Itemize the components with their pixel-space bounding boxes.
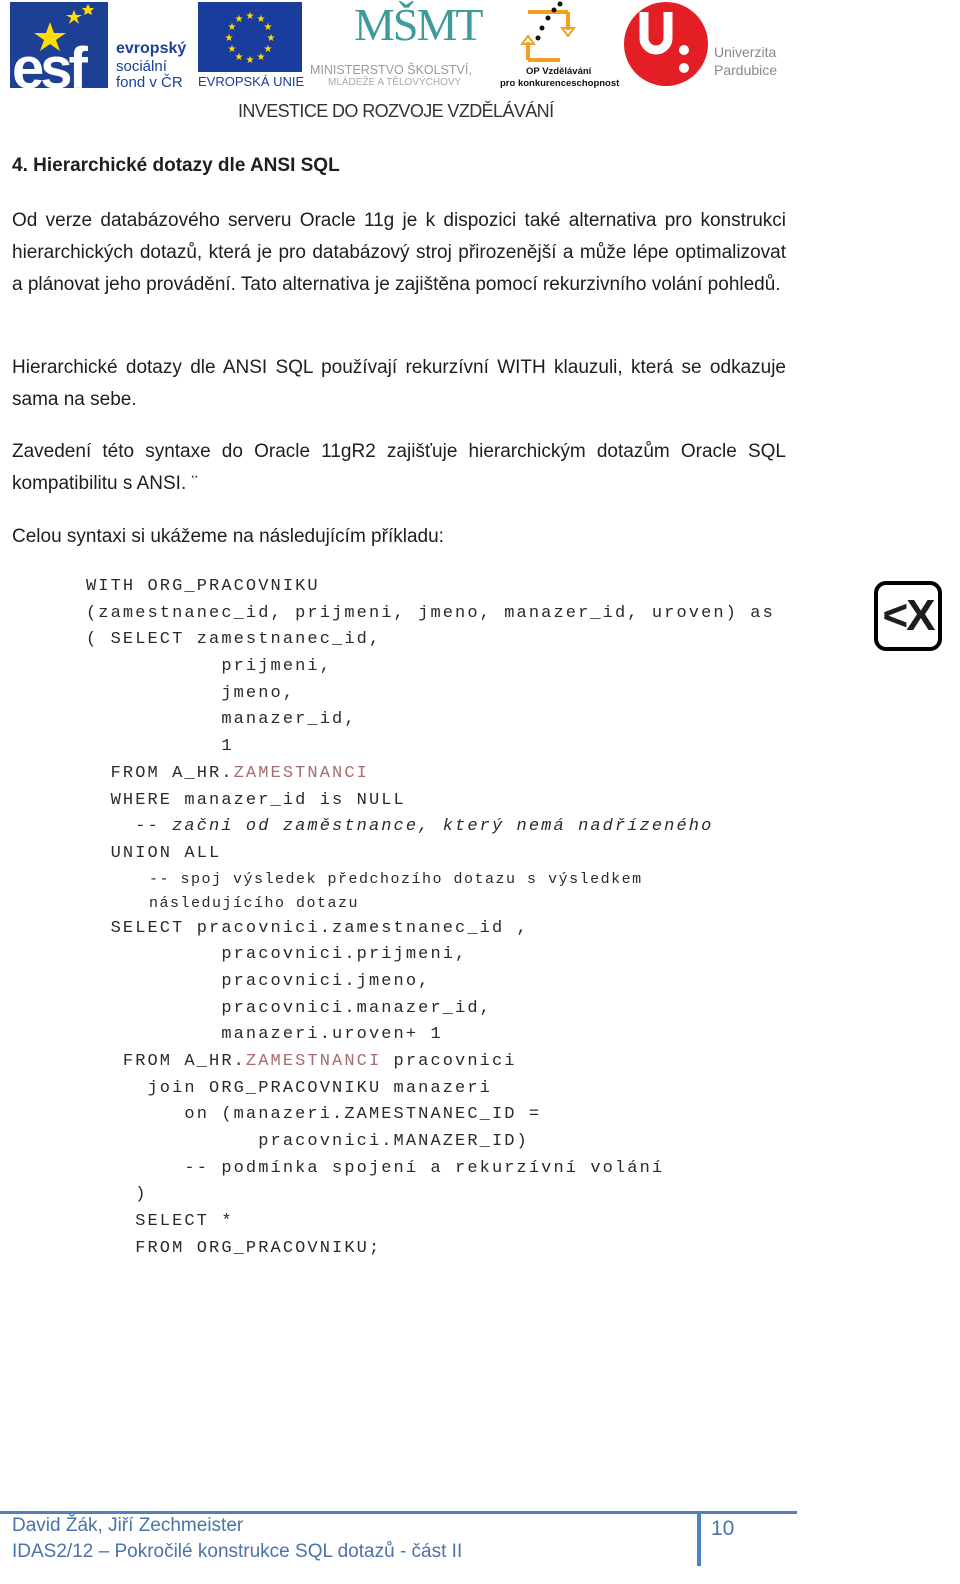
upce-line2: Pardubice (714, 62, 778, 78)
code-line: FROM A_HR.ZAMESTNANCI pracovnici (86, 1049, 775, 1076)
code-text: join ORG_PRACOVNIKU manazeri (86, 1078, 492, 1098)
code-line: on (manazeri.ZAMESTNANEC_ID = (86, 1102, 775, 1129)
code-text: prijmeni, (86, 657, 333, 677)
footer-page-divider (697, 1511, 701, 1566)
code-line: WITH ORG_PRACOVNIKU (86, 574, 775, 601)
footer-page-number: 10 (711, 1517, 735, 1540)
footer-divider (0, 1511, 797, 1514)
code-text: -- začni od zaměstnance, který nemá nadř… (86, 817, 714, 837)
code-text: pracovnici.manazer_id, (86, 998, 492, 1018)
msmt-logo: MŠMT MINISTERSTVO ŠKOLSTVÍ, MLÁDEŽE A TĚ… (310, 0, 492, 90)
esf-logo: esf evropský sociální fond v ČR (10, 2, 190, 91)
esf-line3: fond v ČR (116, 74, 183, 91)
code-line: pracovnici.manazer_id, (86, 996, 775, 1023)
code-line: FROM A_HR.ZAMESTNANCI (86, 761, 775, 788)
code-line: pracovnici.prijmeni, (86, 942, 775, 969)
code-line: FROM ORG_PRACOVNIKU; (86, 1236, 775, 1263)
msmt-line1: MINISTERSTVO ŠKOLSTVÍ, (310, 63, 472, 77)
code-text: ( SELECT zamestnanec_id, (86, 630, 382, 650)
header-tagline: INVESTICE DO ROZVOJE VZDĚLÁVÁNÍ (238, 101, 554, 121)
code-text: (zamestnanec_id, prijmeni, jmeno, manaze… (86, 603, 775, 623)
code-text: WITH ORG_PRACOVNIKU (86, 577, 320, 596)
code-line: UNION ALL (86, 841, 775, 868)
footer-authors: David Žák, Jiří Zechmeister (12, 1515, 244, 1536)
paragraph-intro: Od verze databázového serveru Oracle 11g… (12, 210, 786, 295)
paragraph-oracle: Zavedení této syntaxe do Oracle 11gR2 za… (12, 441, 786, 494)
code-line: ( SELECT zamestnanec_id, (86, 627, 775, 654)
eu-stars-icon: ★ ★★★ ★★★★ ★★★★ (225, 11, 276, 66)
code-text: 1 (86, 737, 234, 757)
paragraph-ansi: Hierarchické dotazy dle ANSI SQL používa… (12, 357, 786, 410)
code-line: -- začni od zaměstnance, který nemá nadř… (86, 814, 775, 841)
upce-line1: Univerzita (714, 44, 777, 60)
svg-text:★: ★ (264, 22, 273, 33)
op-arrows-icon (520, 1, 576, 62)
svg-text:★: ★ (257, 52, 266, 63)
code-text: -- podmínka spojení a rekurzívní volání (86, 1158, 665, 1178)
code-line: -- spoj výsledek předchozího dotazu s vý… (86, 868, 775, 892)
code-text: UNION ALL (86, 843, 222, 863)
code-line: manazer_id, (86, 707, 775, 734)
svg-text:★: ★ (246, 55, 255, 66)
code-line: pracovnici.jmeno, (86, 969, 775, 996)
code-text: SELECT * (86, 1212, 234, 1232)
code-text: pracovnici.jmeno, (86, 971, 431, 991)
code-line: pracovnici.MANAZER_ID) (86, 1129, 775, 1156)
code-line: SELECT pracovnici.zamestnanec_id , (86, 916, 775, 943)
svg-text:★: ★ (228, 44, 237, 55)
code-text: pracovnici (381, 1052, 517, 1071)
code-line: manazeri.uroven+ 1 (86, 1022, 775, 1049)
esf-stars-icon: esf (12, 4, 94, 90)
code-table-name: ZAMESTNANCI (245, 1052, 382, 1071)
code-text: on (manazeri.ZAMESTNANEC_ID = (86, 1105, 542, 1125)
code-line: ) (86, 1182, 775, 1209)
eu-logo: ★ ★ ★ ★ ★ ★ ★ ★ ★ ★ ★ ★ EVROPSKÁ UNIE (198, 2, 304, 90)
msmt-mark: MŠMT (354, 0, 483, 50)
upce-mark-icon (624, 2, 708, 86)
svg-text:★: ★ (246, 11, 255, 22)
code-text: následujícího dotazu (86, 894, 360, 912)
code-text: FROM A_HR. (86, 763, 234, 783)
section-heading: 4. Hierarchické dotazy dle ANSI SQL (12, 155, 340, 176)
code-text: FROM A_HR. (86, 1052, 246, 1071)
code-text: manazeri.uroven+ 1 (86, 1025, 443, 1045)
op-logo: OP Vzdělávání pro konkurenceschopnost (498, 0, 620, 90)
code-line: WHERE manazer_id is NULL (86, 788, 775, 815)
code-text: ) (86, 1185, 148, 1205)
paragraph-example-intro: Celou syntaxi si ukážeme na následujícím… (12, 526, 444, 547)
svg-text:★: ★ (235, 14, 244, 25)
code-line: jmeno, (86, 681, 775, 708)
code-line: -- podmínka spojení a rekurzívní volání (86, 1156, 775, 1183)
code-text: pracovnici.MANAZER_ID) (86, 1132, 529, 1152)
code-text: FROM ORG_PRACOVNIKU; (86, 1238, 382, 1258)
code-text: SELECT pracovnici.zamestnanec_id , (86, 918, 529, 938)
code-text: manazer_id, (86, 710, 357, 730)
svg-text:★: ★ (225, 33, 234, 44)
code-text: pracovnici.prijmeni, (86, 945, 468, 965)
code-line: prijmeni, (86, 654, 775, 681)
esf-line1: evropský (116, 40, 187, 57)
op-line2: pro konkurenceschopnost (500, 78, 620, 89)
eu-label: EVROPSKÁ UNIE (198, 74, 305, 89)
footer-course: IDAS2/12 – Pokročilé konstrukce SQL dota… (12, 1541, 463, 1562)
code-line: (zamestnanec_id, prijmeni, jmeno, manaze… (86, 601, 775, 628)
code-line: join ORG_PRACOVNIKU manazeri (86, 1076, 775, 1103)
upce-logo: Univerzita Pardubice (622, 0, 792, 90)
code-line: následujícího dotazu (86, 892, 775, 916)
code-text: jmeno, (86, 683, 296, 703)
svg-text:esf: esf (12, 36, 89, 90)
code-line: SELECT * (86, 1209, 775, 1236)
code-text: WHERE manazer_id is NULL (86, 790, 406, 810)
svg-text:★: ★ (267, 33, 276, 44)
code-line: 1 (86, 734, 775, 761)
op-line1: OP Vzdělávání (526, 66, 592, 77)
code-text: -- spoj výsledek předchozího dotazu s vý… (86, 870, 643, 888)
msmt-line2: MLÁDEŽE A TĚLOVÝCHOVY (328, 77, 462, 88)
sql-code-block: WITH ORG_PRACOVNIKU (zamestnanec_id, prij… (86, 574, 775, 1263)
xml-close-icon: <X (874, 581, 942, 651)
esf-line2: sociální (116, 58, 167, 75)
code-table-name: ZAMESTNANCI (233, 763, 369, 783)
